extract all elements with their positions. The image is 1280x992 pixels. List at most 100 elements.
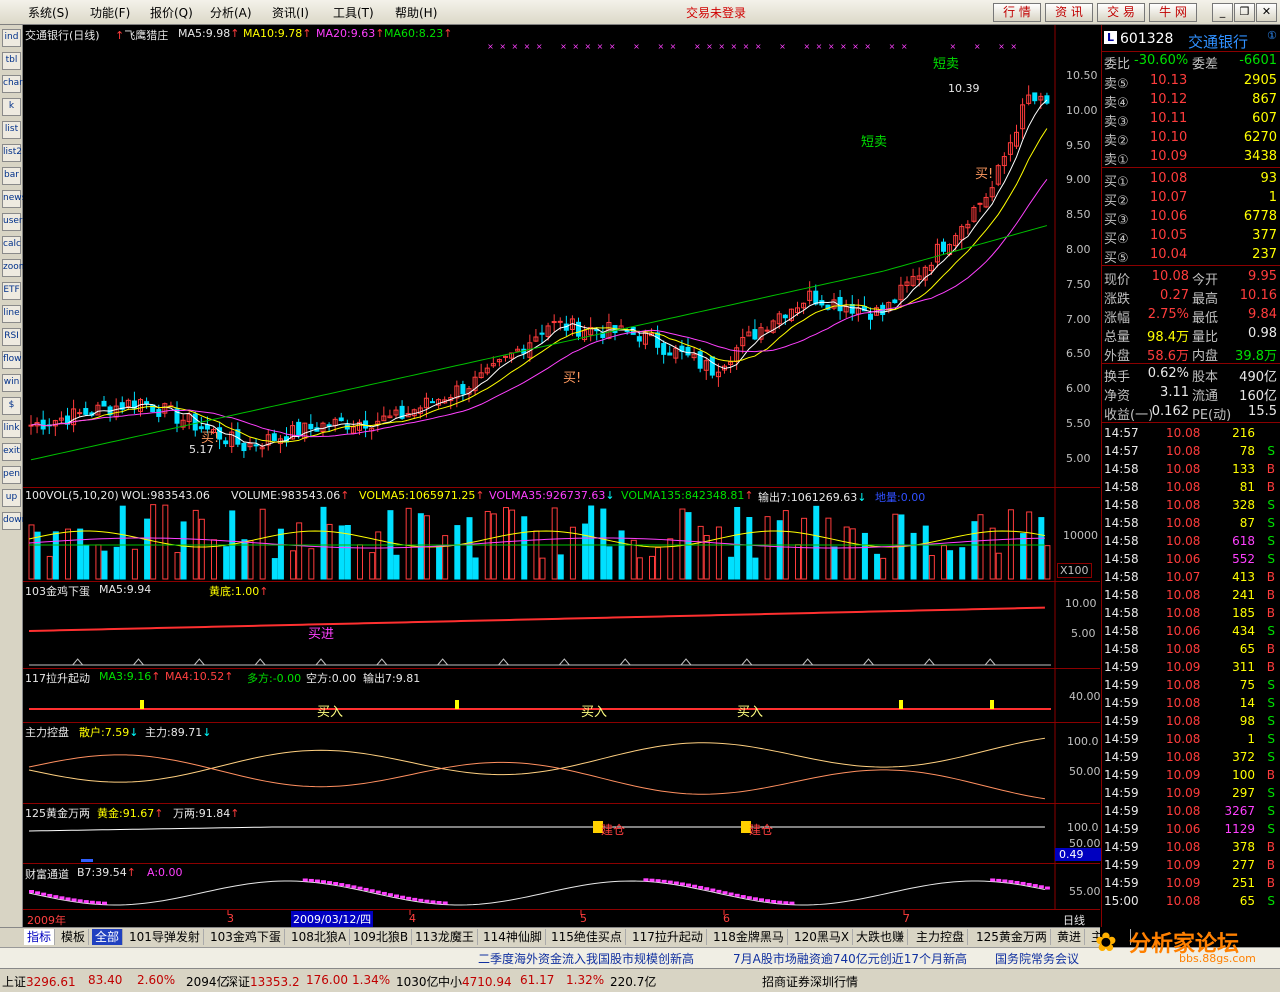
bid-row[interactable]: 买① 10.08 93 <box>1102 171 1280 190</box>
stat-row[interactable]: 现价 10.08 今开 9.95 <box>1102 269 1280 288</box>
xaxis-cursor-date: 2009/03/12/四 <box>291 911 374 927</box>
stat-row[interactable]: 净资 3.11 流通 160亿 <box>1102 385 1280 404</box>
tab-13[interactable]: 大跌也赚 <box>853 929 909 945</box>
tab-4[interactable]: 103金鸡下蛋 <box>207 929 285 945</box>
tab-1[interactable]: 模板 <box>58 929 90 945</box>
tab-8[interactable]: 114神仙脚 <box>480 929 546 945</box>
volume-bar <box>1020 533 1027 580</box>
toolbar-line-icon[interactable]: line <box>2 305 21 323</box>
close-icon[interactable]: ✕ <box>1256 3 1277 22</box>
toolbar-zoom-icon[interactable]: zoom <box>2 259 28 277</box>
menu-info[interactable]: 资讯(I) <box>272 4 309 21</box>
toolbar-calc-icon[interactable]: calc <box>2 236 21 254</box>
toolbar-win-icon[interactable]: win <box>2 374 21 392</box>
menu-help[interactable]: 帮助(H) <box>395 4 437 21</box>
tab-14[interactable]: 主力控盘 <box>913 929 969 945</box>
zx-pct: 1.32% <box>566 973 605 987</box>
stat-row[interactable]: 收益(一) 0.162 PE(动) 15.5 <box>1102 404 1280 423</box>
stat-row[interactable]: 涨跌 0.27 最高 10.16 <box>1102 288 1280 307</box>
trade-button[interactable]: 交 易 <box>1097 3 1145 22</box>
tab-11[interactable]: 118金牌黑马 <box>710 929 788 945</box>
sz-index[interactable]: 深证13353.2 <box>226 973 300 990</box>
toolbar-pen-icon[interactable]: pen <box>2 466 21 484</box>
tick-price: 10.08 <box>1166 732 1201 746</box>
zx-index[interactable]: 中小4710.94 <box>438 973 512 990</box>
candle-body <box>892 299 898 304</box>
menu-quote[interactable]: 报价(Q) <box>150 4 193 21</box>
news-button[interactable]: 资 讯 <box>1045 3 1093 22</box>
pane103-marker <box>558 658 570 666</box>
ask-row[interactable]: 卖② 10.10 6270 <box>1102 130 1280 149</box>
niuwang-button[interactable]: 牛 网 <box>1149 3 1197 22</box>
news-item[interactable]: 7月A股市场融资逾740亿元创近17个月新高 <box>733 950 967 967</box>
news-item[interactable]: 国务院常务会议 <box>995 950 1079 967</box>
tab-6[interactable]: 109北狼B <box>350 929 413 945</box>
ask-row[interactable]: 卖④ 10.12 867 <box>1102 92 1280 111</box>
tab-2[interactable]: 全部 <box>92 929 124 945</box>
bid-row[interactable]: 买④ 10.05 377 <box>1102 228 1280 247</box>
restore-icon[interactable]: ❐ <box>1234 3 1255 22</box>
minimize-icon[interactable]: _ <box>1212 3 1233 22</box>
tab-9[interactable]: 115绝佳买点 <box>548 929 626 945</box>
toolbar-list-icon[interactable]: list <box>2 121 21 139</box>
toolbar-tbl-icon[interactable]: tbl <box>2 52 21 70</box>
period-label[interactable]: 日线 <box>1063 912 1085 928</box>
tab-5[interactable]: 108北狼A <box>288 929 351 945</box>
bid-row[interactable]: 买② 10.07 1 <box>1102 190 1280 209</box>
toolbar-ind-icon[interactable]: ind <box>2 29 21 47</box>
bid-label: 买① <box>1104 175 1129 190</box>
wealth-marker <box>655 879 661 883</box>
info-icon[interactable]: ① <box>1267 29 1277 42</box>
toolbar-$-icon[interactable]: $ <box>2 397 21 415</box>
volume-bar <box>52 531 59 580</box>
tab-12[interactable]: 120黑马X <box>791 929 854 945</box>
menu-tools[interactable]: 工具(T) <box>333 4 374 21</box>
menu-function[interactable]: 功能(F) <box>90 4 130 21</box>
tab-3[interactable]: 101导弹发射 <box>126 929 204 945</box>
toolbar-k-icon[interactable]: k <box>2 98 21 116</box>
bid-row[interactable]: 买③ 10.06 6778 <box>1102 209 1280 228</box>
quote-button[interactable]: 行 情 <box>993 3 1041 22</box>
tick-time: 14:59 <box>1104 768 1139 782</box>
volume-bar <box>795 544 801 580</box>
menu-analysis[interactable]: 分析(A) <box>210 4 252 21</box>
toolbar-list2-icon[interactable]: list2 <box>2 144 22 162</box>
toolbar-news-icon[interactable]: news <box>2 190 26 208</box>
news-item[interactable]: 二季度海外资金流入我国股市规模创新高 <box>478 950 694 967</box>
toolbar-RSI-icon[interactable]: RSI <box>2 328 21 346</box>
sh-index[interactable]: 上证3296.61 <box>2 973 76 990</box>
bid-row[interactable]: 买⑤ 10.04 237 <box>1102 247 1280 266</box>
tick-time: 14:58 <box>1104 570 1139 584</box>
tab-10[interactable]: 117拉升起动 <box>629 929 707 945</box>
pane-main-axis: 100.0 <box>1067 735 1099 748</box>
toolbar-down-icon[interactable]: down <box>2 512 27 530</box>
stat-row[interactable]: 换手 0.62% 股本 490亿 <box>1102 366 1280 385</box>
toolbar-chart-icon[interactable]: chart <box>2 75 26 93</box>
tab-15[interactable]: 125黄金万两 <box>973 929 1051 945</box>
toolbar-exit-icon[interactable]: exit <box>2 443 21 461</box>
toolbar-bar-icon[interactable]: bar <box>2 167 21 185</box>
tick-side: S <box>1267 732 1275 746</box>
ask-row[interactable]: 卖⑤ 10.13 2905 <box>1102 73 1280 92</box>
stat-row[interactable]: 涨幅 2.75% 最低 9.84 <box>1102 307 1280 326</box>
menu-system[interactable]: 系统(S) <box>28 4 69 21</box>
stat-label: 股本 <box>1192 370 1219 385</box>
stat-row[interactable]: 总量 98.4万 量比 0.98 <box>1102 326 1280 345</box>
signal-marker: × <box>609 42 616 51</box>
chart-area[interactable]: × × × × × × × × × × × × × × × × × × × × × × × × × × × × × × × × 交通银行(日线… <box>23 25 1103 928</box>
tab-16[interactable]: 黄进 <box>1054 929 1086 945</box>
tab-7[interactable]: 113龙魔王 <box>412 929 478 945</box>
stat-row[interactable]: 外盘 58.6万 内盘 39.8万 <box>1102 345 1280 364</box>
toolbar-flow-icon[interactable]: flow <box>2 351 22 369</box>
ask-row[interactable]: 卖① 10.09 3438 <box>1102 149 1280 168</box>
pane-divider <box>23 803 1100 804</box>
retail-line <box>28 754 1045 800</box>
tab-0[interactable]: 指标 <box>24 929 56 945</box>
ask-row[interactable]: 卖③ 10.11 607 <box>1102 111 1280 130</box>
toolbar-up-icon[interactable]: up <box>2 489 21 507</box>
price-axis-tick: 10.00 <box>1066 103 1098 117</box>
toolbar-link-icon[interactable]: link <box>2 420 21 438</box>
toolbar-user-icon[interactable]: user <box>2 213 23 231</box>
toolbar-ETF-icon[interactable]: ETF <box>2 282 21 300</box>
volume-bar <box>649 555 655 580</box>
